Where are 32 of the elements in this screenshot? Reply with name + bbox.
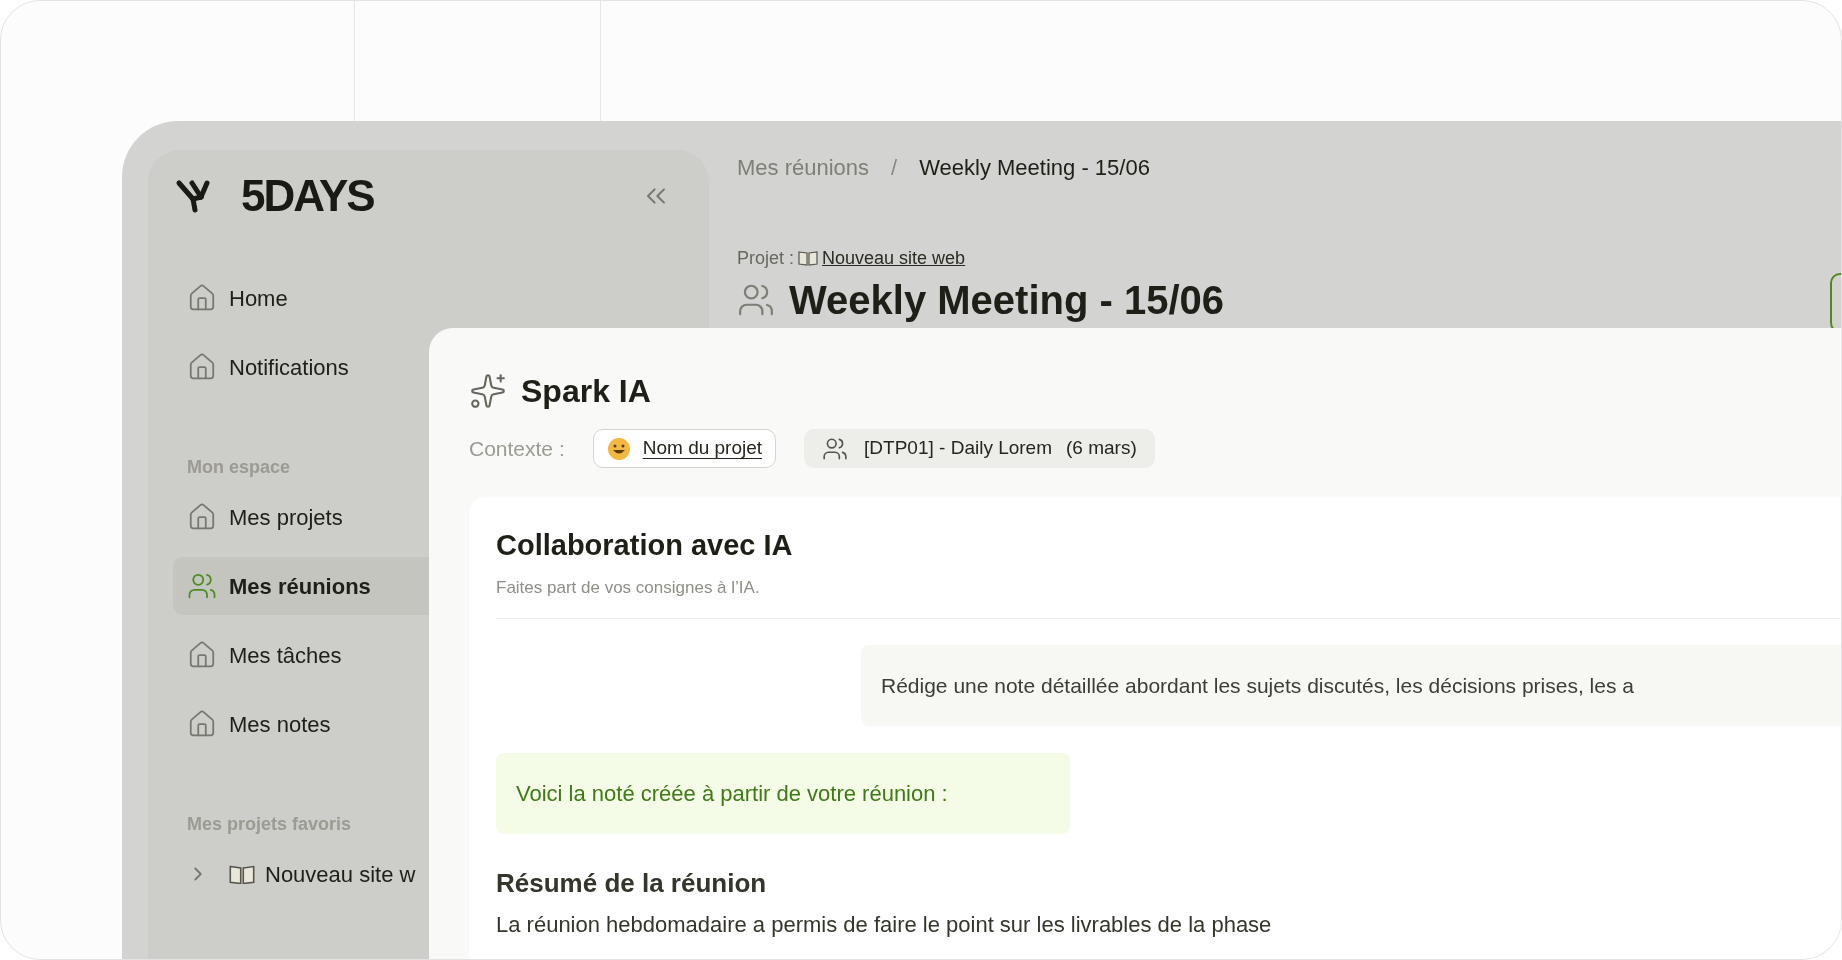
assistant-message: Voici la noté créée à partir de votre réunion : [496, 753, 1070, 834]
favorite-label: Nouveau site w [265, 860, 416, 889]
breadcrumb-current: Weekly Meeting - 15/06 [919, 153, 1150, 182]
home-icon [187, 283, 217, 313]
context-label: Contexte : [469, 435, 565, 462]
page-title: Weekly Meeting - 15/06 [789, 278, 1224, 322]
home-icon [187, 352, 217, 382]
project-chip[interactable]: Nom du projet [592, 429, 777, 468]
chip-label: Nom du projet [642, 436, 763, 461]
brand-name: 5DAYS [241, 170, 374, 222]
nav-item[interactable]: Mes tâches [173, 626, 684, 684]
nav-item[interactable]: Mes notes [173, 695, 684, 753]
users-icon [822, 435, 849, 462]
project-link[interactable]: Nouveau site web [822, 244, 966, 272]
summary-title: Résumé de la réunion [496, 868, 768, 898]
breadcrumb-separator: / [891, 153, 898, 182]
sparkle-icon [469, 372, 507, 410]
home-icon [187, 709, 217, 739]
chip-label: [DTP01] - Daily Lorem [864, 436, 1053, 461]
project-label: Projet : [737, 246, 795, 270]
chip-date: (6 mars) [1066, 436, 1137, 461]
smiley-icon [606, 436, 631, 461]
nav-item[interactable]: Home [173, 269, 684, 327]
meeting-chip[interactable]: [DTP01] - Daily Lorem (6 mars) [804, 429, 1155, 468]
summary-text: La réunion hebdomadaire a permis de faire le point sur les livrables de la phase [496, 911, 1273, 939]
book-icon [229, 863, 255, 885]
home-icon [187, 640, 217, 670]
modal-title: Spark IA [521, 372, 651, 411]
home-icon [187, 502, 217, 532]
user-message: Rédige une note détaillée abordant les sujets discutés, les décisions prises, les a [861, 645, 1841, 726]
users-icon [187, 571, 217, 601]
book-icon [798, 250, 819, 266]
